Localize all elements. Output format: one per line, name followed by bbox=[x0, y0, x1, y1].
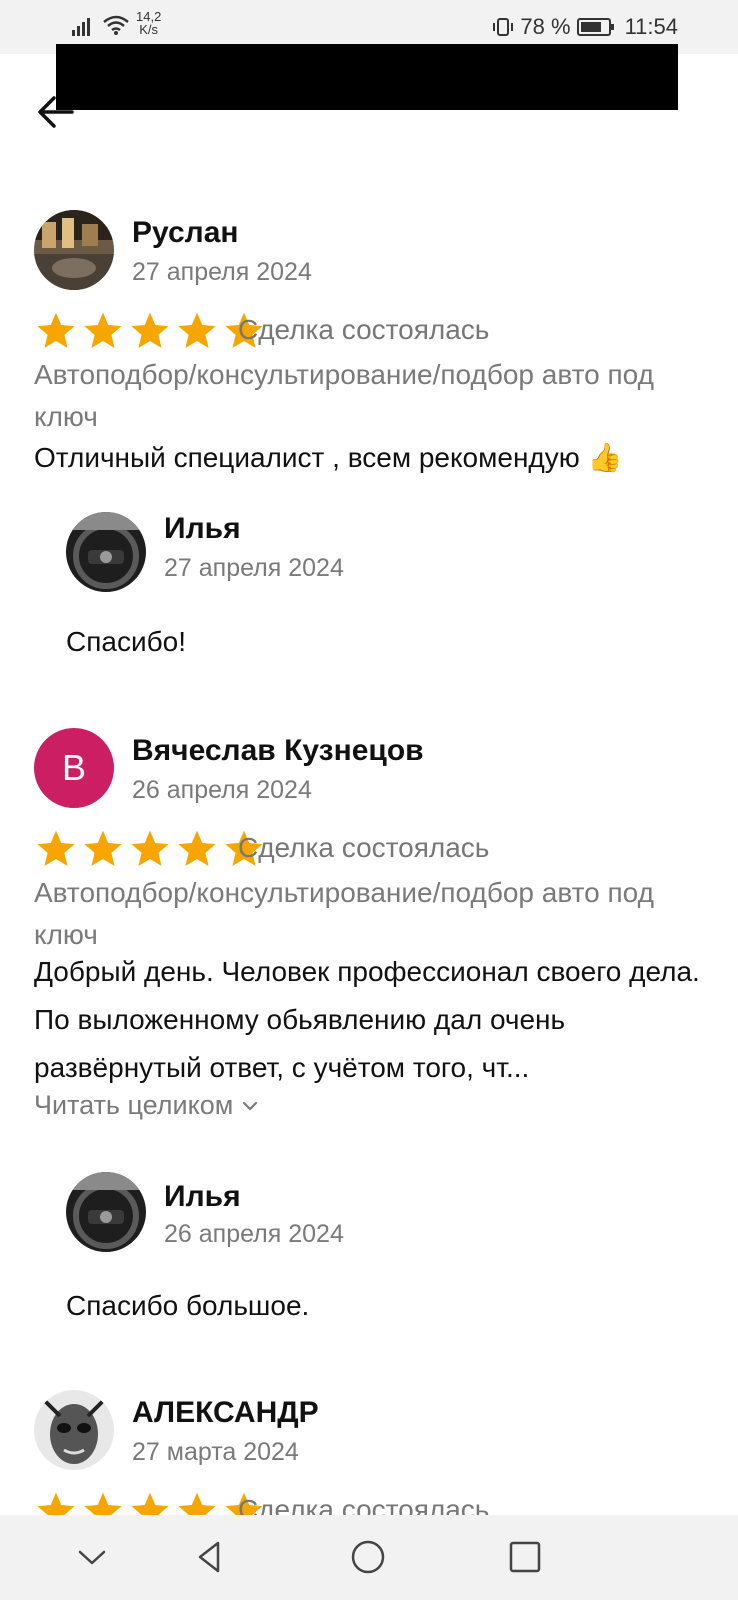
review-date: 26 апреля 2024 bbox=[132, 776, 312, 804]
reply-avatar bbox=[66, 1172, 146, 1252]
review-card: АЛЕКСАНДР 27 марта 2024 Сделка состоялас… bbox=[0, 1390, 738, 1515]
avatar: В bbox=[34, 728, 114, 808]
avatar-letter: В bbox=[61, 747, 86, 788]
star-icon bbox=[178, 830, 216, 866]
redacted-title bbox=[56, 44, 678, 110]
star-icon bbox=[131, 1492, 169, 1515]
back-triangle-icon[interactable] bbox=[190, 1537, 230, 1577]
status-right: 78 % 11:54 bbox=[492, 14, 678, 40]
star-icon bbox=[37, 830, 75, 866]
star-icon bbox=[37, 312, 75, 348]
star-icon bbox=[131, 830, 169, 866]
star-icon bbox=[178, 312, 216, 348]
review-date: 27 марта 2024 bbox=[132, 1438, 299, 1466]
chevron-down-icon[interactable] bbox=[72, 1537, 112, 1577]
rating-stars bbox=[34, 1490, 266, 1515]
wifi-icon bbox=[103, 15, 129, 35]
home-circle-icon[interactable] bbox=[348, 1537, 388, 1577]
net-speed-unit: K/s bbox=[139, 22, 159, 37]
reply-avatar bbox=[66, 512, 146, 592]
rating-stars bbox=[34, 310, 266, 352]
star-icon bbox=[84, 312, 122, 348]
star-icon bbox=[131, 312, 169, 348]
net-speed: 14,2 K/s bbox=[136, 10, 161, 36]
deal-status: Сделка состоялась bbox=[238, 314, 490, 345]
star-icon bbox=[84, 1492, 122, 1515]
battery-icon bbox=[576, 18, 614, 36]
author-name[interactable]: Руслан bbox=[132, 216, 239, 250]
reply-date: 26 апреля 2024 bbox=[164, 1220, 344, 1248]
vibrate-icon bbox=[493, 18, 514, 36]
read-more-link[interactable]: Читать целиком bbox=[34, 1090, 259, 1121]
review-category: Автоподбор/консультирование/подбор авто … bbox=[34, 359, 654, 432]
review-category: Автоподбор/консультирование/подбор авто … bbox=[34, 877, 654, 950]
system-nav-bar bbox=[0, 1515, 738, 1600]
review-text: Отличный специалист , всем рекомендую 👍 bbox=[34, 442, 623, 473]
author-name[interactable]: АЛЕКСАНДР bbox=[132, 1396, 319, 1430]
review-date: 27 апреля 2024 bbox=[132, 258, 312, 286]
top-bar bbox=[0, 44, 738, 134]
battery-percent: 78 % bbox=[520, 14, 571, 39]
avatar bbox=[34, 210, 114, 290]
reply-text: Спасибо большое. bbox=[66, 1290, 310, 1321]
reply-date: 27 апреля 2024 bbox=[164, 554, 344, 582]
signal-icon bbox=[72, 16, 90, 36]
star-icon bbox=[178, 1492, 216, 1515]
chevron-down-icon bbox=[243, 1101, 258, 1111]
review-card: В Вячеслав Кузнецов 26 апреля 2024 Сделк… bbox=[0, 728, 738, 1328]
star-icon bbox=[84, 830, 122, 866]
avatar bbox=[34, 1390, 114, 1470]
reply-author-name[interactable]: Илья bbox=[164, 1180, 241, 1214]
review-text: Добрый день. Человек профессионал своего… bbox=[34, 956, 700, 1083]
clock: 11:54 bbox=[624, 14, 678, 39]
star-icon bbox=[37, 1492, 75, 1515]
reply-author-name[interactable]: Илья bbox=[164, 512, 241, 546]
read-more-label: Читать целиком bbox=[34, 1090, 234, 1120]
review-card: Руслан 27 апреля 2024 Сделка состоялась … bbox=[0, 208, 738, 668]
author-name[interactable]: Вячеслав Кузнецов bbox=[132, 734, 424, 768]
rating-stars bbox=[34, 828, 266, 870]
recents-square-icon[interactable] bbox=[505, 1537, 545, 1577]
deal-status: Сделка состоялась bbox=[238, 832, 490, 863]
deal-status: Сделка состоялась bbox=[238, 1494, 490, 1515]
reply-text: Спасибо! bbox=[66, 626, 186, 657]
